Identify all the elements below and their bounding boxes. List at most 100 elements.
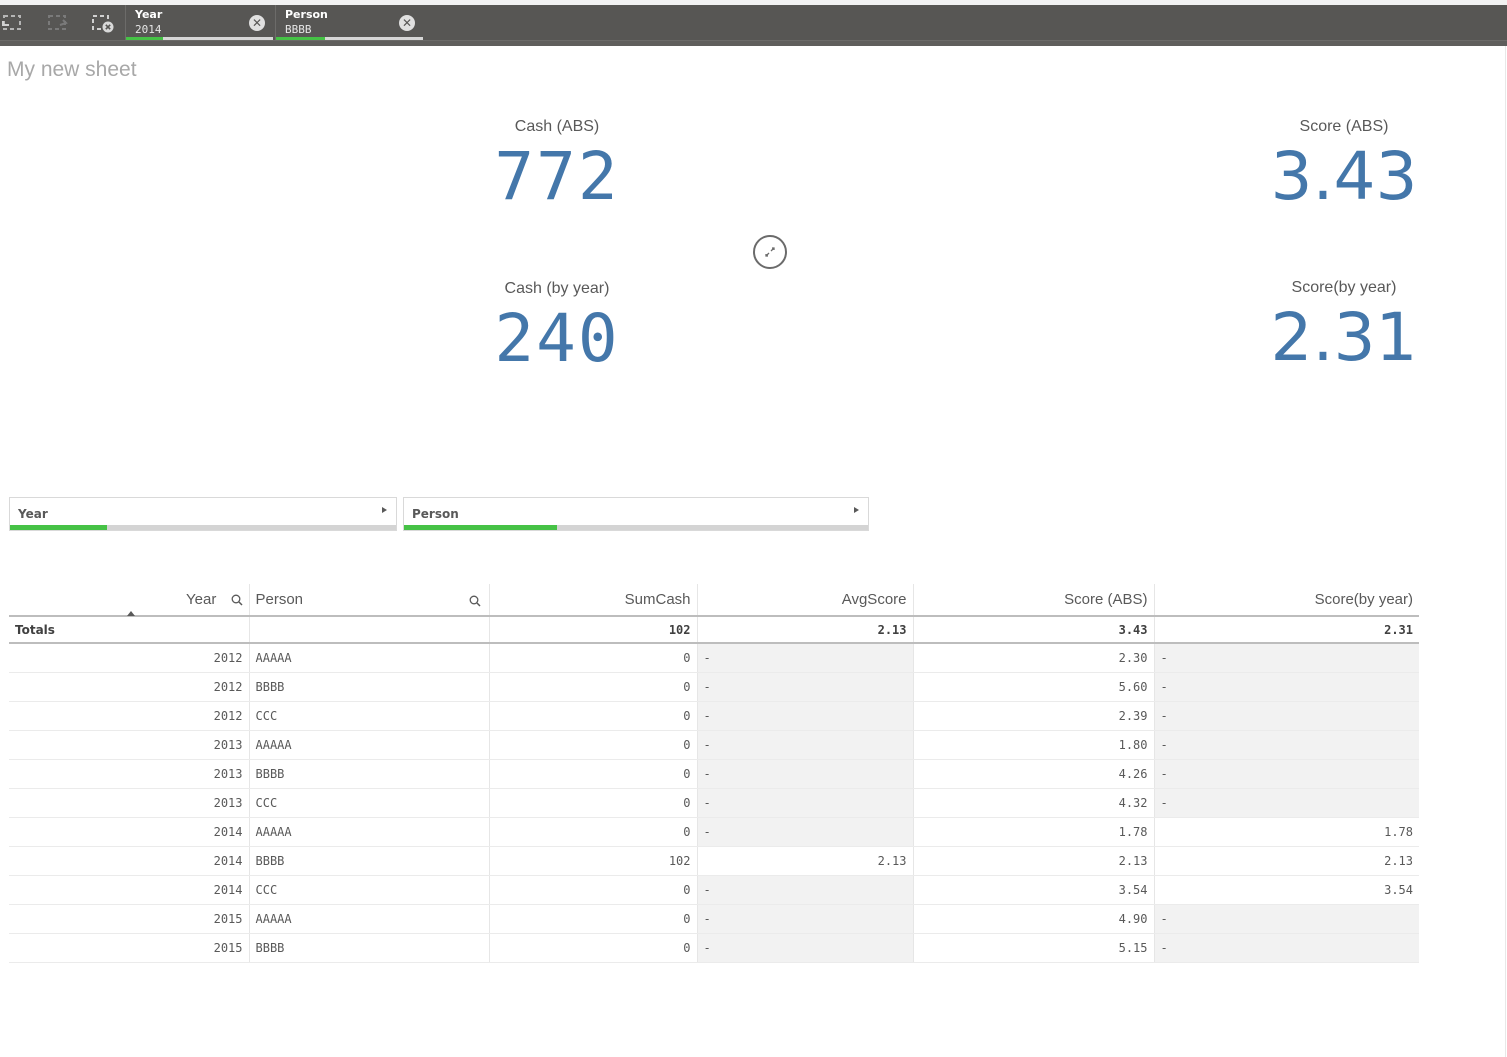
kpi-score-abs[interactable]: Score (ABS) 3.43	[1194, 118, 1494, 214]
avgscore-cell: -	[696, 759, 913, 789]
score-by-year-cell: 3.54	[1153, 875, 1419, 905]
kpi-title: Score(by year)	[1291, 279, 1397, 296]
avgscore-cell: -	[696, 701, 913, 731]
column-header-score-by-year[interactable]: Score(by year)	[1153, 584, 1419, 617]
sumcash-cell: 0	[488, 875, 697, 905]
sumcash-cell: 0	[488, 788, 697, 818]
person-cell[interactable]: BBBB	[248, 933, 489, 963]
year-cell[interactable]: 2012	[9, 701, 249, 731]
year-cell[interactable]: 2014	[9, 875, 249, 905]
sumcash-cell: 0	[488, 672, 697, 702]
avgscore-cell: -	[696, 672, 913, 702]
year-cell[interactable]: 2012	[9, 643, 249, 673]
person-cell[interactable]: CCC	[248, 788, 489, 818]
year-cell[interactable]: 2014	[9, 817, 249, 847]
data-table: Year Person SumCash AvgScore Score (ABS)…	[9, 584, 1419, 963]
avgscore-cell: -	[696, 643, 913, 673]
filter-label: Year	[18, 507, 48, 521]
year-cell[interactable]: 2013	[9, 730, 249, 760]
year-cell[interactable]: 2015	[9, 904, 249, 934]
sumcash-cell: 0	[488, 933, 697, 963]
step-back-button[interactable]	[0, 12, 24, 34]
search-icon[interactable]	[231, 594, 243, 606]
table-row[interactable]: 2012 CCC 0-2.39-	[9, 701, 1419, 731]
table-row[interactable]: 2015 BBBB 0-5.15-	[9, 933, 1419, 963]
column-header-person[interactable]: Person	[248, 584, 489, 617]
score-by-year-cell: -	[1153, 672, 1419, 702]
table-row[interactable]: 2013 AAAAA 0-1.80-	[9, 730, 1419, 760]
column-header-score-abs[interactable]: Score (ABS)	[912, 584, 1154, 617]
kpi-value: 2.31	[1270, 299, 1418, 376]
person-cell[interactable]: BBBB	[248, 759, 489, 789]
score-abs-cell: 5.15	[912, 933, 1154, 963]
filter-pane-person[interactable]: Person	[403, 497, 869, 531]
table-row[interactable]: 2013 CCC 0-4.32-	[9, 788, 1419, 818]
table-row[interactable]: 2015 AAAAA 0-4.90-	[9, 904, 1419, 934]
step-forward-button[interactable]	[46, 12, 70, 34]
avgscore-cell: -	[696, 788, 913, 818]
filter-pane-year[interactable]: Year	[9, 497, 397, 531]
column-header-year[interactable]: Year	[9, 584, 249, 617]
kpi-value: 772	[494, 138, 620, 215]
totals-sumcash: 102	[488, 616, 697, 644]
year-cell[interactable]: 2013	[9, 759, 249, 789]
filter-label: Person	[412, 507, 459, 521]
close-icon[interactable]: ✕	[399, 15, 415, 31]
table-row[interactable]: 2014 CCC 0-3.54 3.54	[9, 875, 1419, 905]
kpi-cash-by-year[interactable]: Cash (by year) 240	[407, 280, 707, 376]
expand-icon	[765, 247, 775, 257]
column-header-avgscore[interactable]: AvgScore	[696, 584, 913, 617]
selections-bar: Year 2014 ✕ Person BBBB ✕	[0, 5, 1507, 40]
table-row[interactable]: 2012 AAAAA 0-2.30-	[9, 643, 1419, 673]
person-cell[interactable]: AAAAA	[248, 730, 489, 760]
person-cell[interactable]: CCC	[248, 875, 489, 905]
selections-bar-divider	[0, 40, 1507, 46]
totals-score-by-year: 2.31	[1153, 616, 1419, 644]
kpi-score-by-year[interactable]: Score(by year) 2.31	[1194, 279, 1494, 375]
clear-selections-button[interactable]	[91, 12, 115, 34]
sumcash-cell: 0	[488, 643, 697, 673]
score-by-year-cell: -	[1153, 701, 1419, 731]
score-abs-cell: 4.32	[912, 788, 1154, 818]
score-abs-cell: 2.39	[912, 701, 1154, 731]
selection-chip-year[interactable]: Year 2014 ✕	[125, 5, 273, 40]
person-cell[interactable]: BBBB	[248, 846, 489, 876]
kpi-cash-abs[interactable]: Cash (ABS) 772	[407, 118, 707, 214]
sort-ascending-icon	[127, 611, 135, 616]
year-cell[interactable]: 2013	[9, 788, 249, 818]
year-cell[interactable]: 2015	[9, 933, 249, 963]
year-cell[interactable]: 2014	[9, 846, 249, 876]
avgscore-cell: -	[696, 933, 913, 963]
score-abs-cell: 3.54	[912, 875, 1154, 905]
kpi-title: Score (ABS)	[1299, 118, 1389, 135]
filter-selection-bar-fill	[404, 525, 558, 530]
person-cell[interactable]: BBBB	[248, 672, 489, 702]
person-cell[interactable]: AAAAA	[248, 643, 489, 673]
totals-row: Totals 102 2.13 3.43 2.31	[9, 616, 1419, 644]
person-cell[interactable]: CCC	[248, 701, 489, 731]
column-header-label: Person	[255, 591, 304, 608]
sumcash-cell: 0	[488, 759, 697, 789]
scrollbar-edge	[1505, 46, 1506, 1057]
avgscore-cell: -	[696, 875, 913, 905]
table-header-row: Year Person SumCash AvgScore Score (ABS)…	[9, 584, 1419, 617]
table-row[interactable]: 2013 BBBB 0-4.26-	[9, 759, 1419, 789]
year-cell[interactable]: 2012	[9, 672, 249, 702]
column-header-sumcash[interactable]: SumCash	[488, 584, 697, 617]
score-abs-cell: 2.13	[912, 846, 1154, 876]
selection-chip-person[interactable]: Person BBBB ✕	[275, 5, 423, 40]
table-row[interactable]: 2014 AAAAA 0-1.78 1.78	[9, 817, 1419, 847]
person-cell[interactable]: AAAAA	[248, 817, 489, 847]
search-icon[interactable]	[469, 595, 481, 607]
person-cell[interactable]: AAAAA	[248, 904, 489, 934]
table-row[interactable]: 2012 BBBB 0-5.60-	[9, 672, 1419, 702]
table-row[interactable]: 2014 BBBB 102 2.13 2.13 2.13	[9, 846, 1419, 876]
totals-label: Totals	[9, 616, 249, 644]
chip-label: Year	[135, 8, 163, 21]
close-icon[interactable]: ✕	[249, 15, 265, 31]
score-abs-cell: 4.90	[912, 904, 1154, 934]
avgscore-cell: -	[696, 904, 913, 934]
expand-button[interactable]	[753, 235, 787, 269]
expand-arrow-icon[interactable]	[854, 507, 859, 513]
expand-arrow-icon[interactable]	[382, 507, 387, 513]
